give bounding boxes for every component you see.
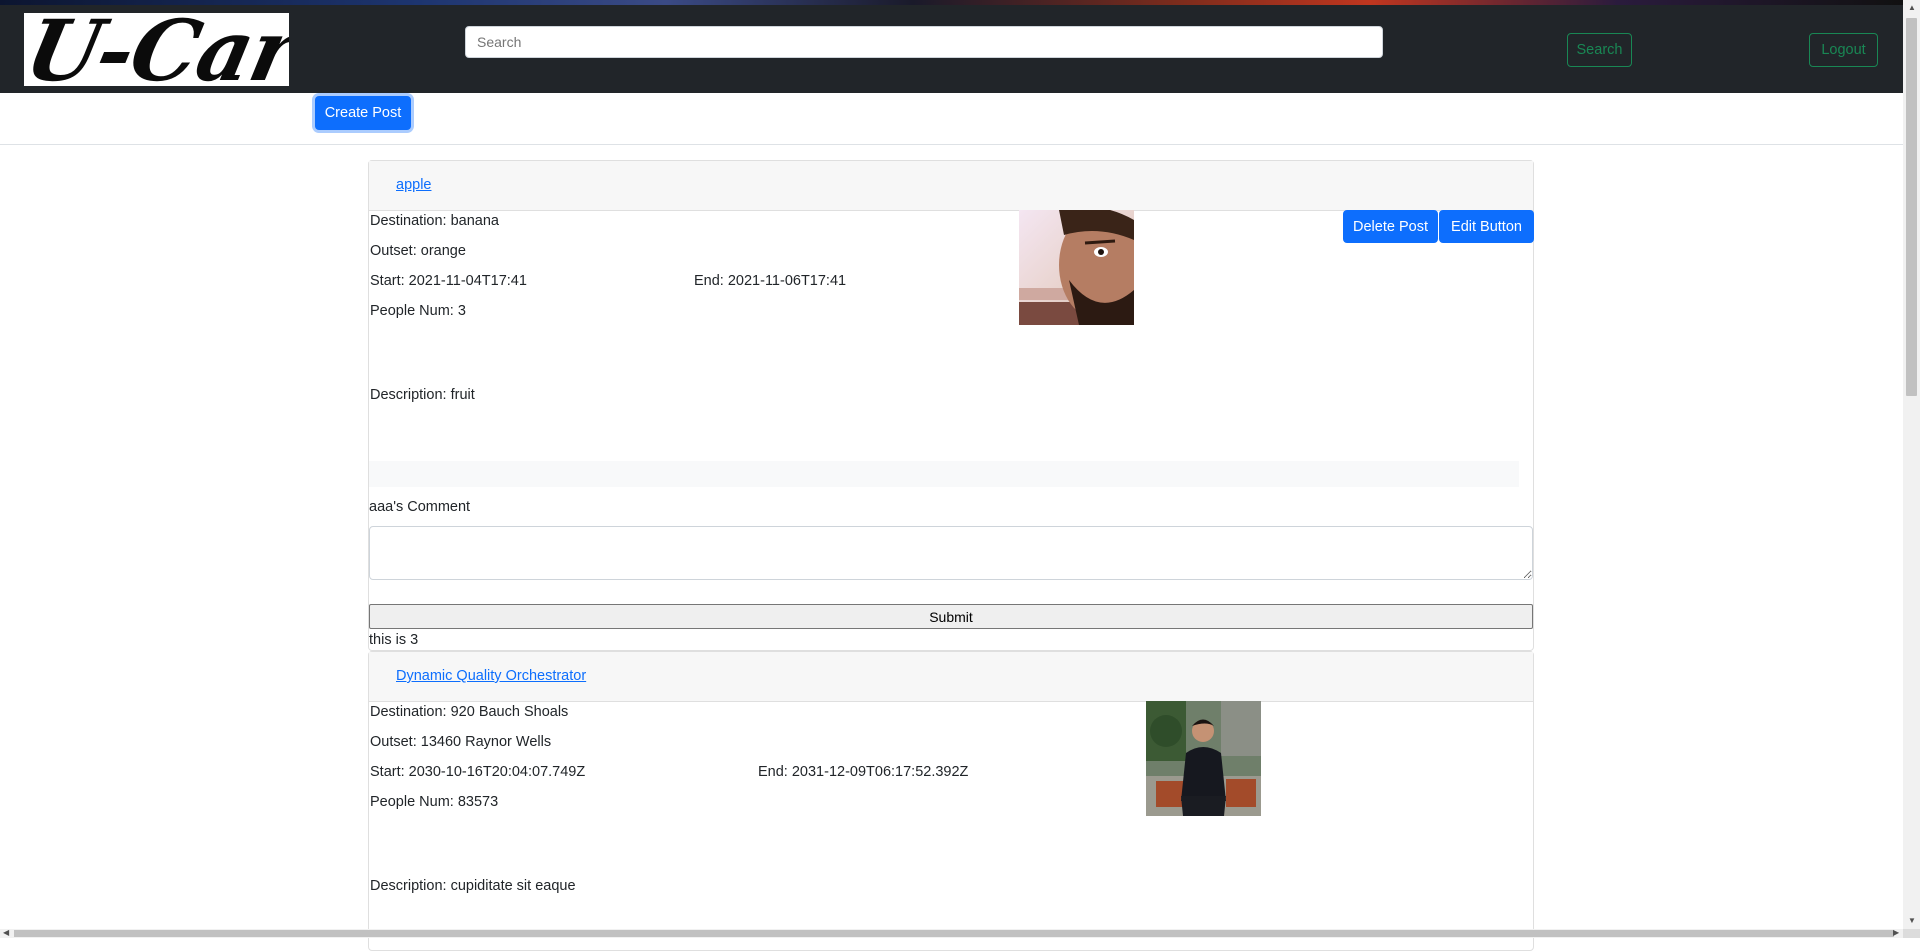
post-outset: Outset: 13460 Raynor Wells xyxy=(370,734,552,750)
scroll-down-arrow-icon[interactable]: ▼ xyxy=(1908,916,1916,925)
post-card: apple Destination: banana Outset: orange… xyxy=(368,160,1534,651)
logo-text: U-Car xyxy=(24,13,289,86)
search-button[interactable]: Search xyxy=(1567,33,1632,67)
post-description: Description: cupiditate sit eaque xyxy=(370,878,576,894)
horizontal-scroll-thumb[interactable] xyxy=(14,930,1894,937)
delete-post-button[interactable]: Delete Post xyxy=(1343,210,1438,243)
post-destination: Destination: banana xyxy=(370,213,499,229)
post-destination: Destination: 920 Bauch Shoals xyxy=(370,704,569,720)
post-photo xyxy=(1146,701,1261,816)
top-navbar: U-Car Search Logout xyxy=(0,5,1903,93)
post-people-num: People Num: 3 xyxy=(370,303,466,319)
edit-post-button[interactable]: Edit Button xyxy=(1439,210,1534,243)
logout-button[interactable]: Logout xyxy=(1809,33,1878,67)
scroll-right-arrow-icon[interactable]: ▶ xyxy=(1893,928,1899,937)
post-title-link[interactable]: Dynamic Quality Orchestrator xyxy=(396,668,586,684)
post-outset: Outset: orange xyxy=(370,243,466,259)
brand-logo[interactable]: U-Car xyxy=(24,13,289,86)
post-card-header: Dynamic Quality Orchestrator xyxy=(369,652,1533,702)
post-title-link[interactable]: apple xyxy=(396,177,431,193)
comment-label: aaa's Comment xyxy=(369,499,471,515)
post-photo xyxy=(1019,210,1134,325)
post-start: Start: 2030-10-16T20:04:07.749Z xyxy=(370,764,586,780)
post-footer-text: this is 3 xyxy=(369,632,419,648)
scrollbar-corner xyxy=(1903,929,1920,938)
post-people-num: People Num: 83573 xyxy=(370,794,499,810)
post-end: End: 2031-12-09T06:17:52.392Z xyxy=(758,764,969,780)
search-input[interactable] xyxy=(465,26,1383,58)
comments-list xyxy=(369,461,1519,487)
create-post-button[interactable]: Create Post xyxy=(315,96,411,130)
submit-comment-button[interactable]: Submit xyxy=(369,604,1533,629)
scroll-left-arrow-icon[interactable]: ◀ xyxy=(3,928,9,937)
scroll-up-arrow-icon[interactable]: ▲ xyxy=(1908,3,1916,12)
comment-textarea[interactable] xyxy=(369,526,1533,580)
vertical-scroll-thumb[interactable] xyxy=(1906,18,1917,396)
post-card: Dynamic Quality Orchestrator Destination… xyxy=(368,651,1534,951)
post-start: Start: 2021-11-04T17:41 xyxy=(370,273,527,289)
post-end: End: 2021-11-06T17:41 xyxy=(694,273,847,289)
post-card-header: apple xyxy=(369,161,1533,211)
divider xyxy=(0,144,1903,145)
post-description: Description: fruit xyxy=(370,387,475,403)
